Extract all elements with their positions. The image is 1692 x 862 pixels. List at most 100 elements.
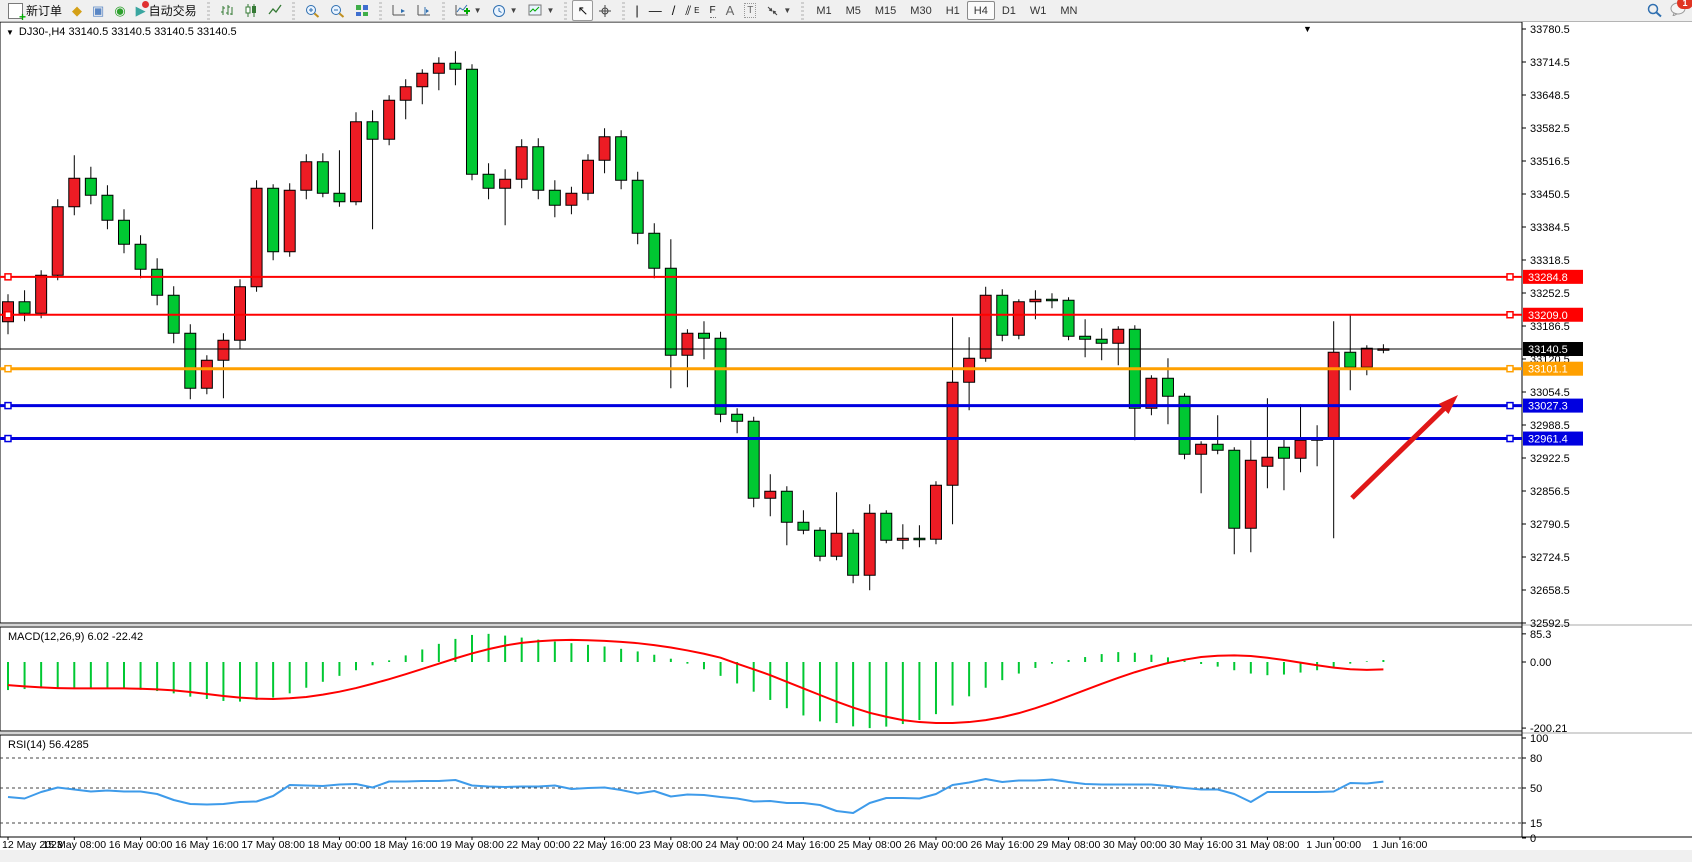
candle-body [1046,299,1057,301]
time-tick-label: 1 Jun 16:00 [1373,839,1428,851]
candle-chart-mode-button[interactable] [239,0,263,21]
candle-body [748,421,759,498]
notifications-button[interactable]: 1 [1670,2,1686,19]
indicators-icon [455,4,470,17]
candle-body [566,193,577,205]
fibonacci-tool[interactable]: F [705,0,721,21]
zoom-out-icon [330,4,345,18]
rsi-label: RSI(14) 56.4285 [8,739,89,751]
hline-handle[interactable] [1507,274,1513,280]
candlestick-icon [244,4,258,17]
hline-handle[interactable] [1507,403,1513,409]
expert-advisors-button[interactable]: ◉ [109,0,130,21]
candle-body [36,275,47,313]
price-tick-label: 33714.5 [1530,57,1570,69]
candle-body [947,382,958,485]
auto-trading-icon: ▶ [136,4,146,18]
candle-body [649,233,660,268]
search-icon[interactable] [1647,3,1662,18]
charts-gold-icon: ◆ [72,4,82,17]
channel-icon: ⫽ [685,4,691,17]
chart-menu-icon[interactable]: ▼ [1303,24,1312,34]
timeframe-d1[interactable]: D1 [995,1,1023,20]
periods-button[interactable]: ▼ [487,0,523,21]
cursor-tool-button[interactable]: ↖ [572,0,593,21]
auto-trading-button[interactable]: ▶ 自动交易 [131,0,202,21]
timeframe-h1[interactable]: H1 [939,1,967,20]
line-chart-mode-button[interactable] [263,0,287,21]
price-tick-label: 33780.5 [1530,24,1570,36]
new-order-label: 新订单 [26,2,62,19]
templates-button[interactable]: ▼ [523,0,560,21]
dropdown-caret-icon: ▼ [783,6,791,15]
bar-chart-mode-button[interactable] [215,0,239,21]
candle-body [897,538,908,540]
macd-tick-label: 0.00 [1530,657,1551,669]
timeframe-h4[interactable]: H4 [967,1,995,20]
crosshair-tool-button[interactable] [593,0,617,21]
candle-body [350,122,361,202]
toolbar-separator [207,2,210,20]
timeframe-w1[interactable]: W1 [1023,1,1054,20]
zoom-out-button[interactable] [325,0,350,21]
text-icon: A [726,4,735,17]
shapes-tool[interactable]: ▼ [761,0,796,21]
time-tick-label: 16 May 00:00 [109,839,173,851]
candle-body [665,268,676,355]
hline-handle[interactable] [1507,312,1513,318]
time-tick-label: 31 May 08:00 [1236,839,1300,851]
chart-window[interactable]: 33780.533714.533648.533582.533516.533450… [0,22,1692,862]
toolbar-separator [564,2,567,20]
hline-handle[interactable] [5,366,11,372]
hline-handle[interactable] [5,403,11,409]
hline-handle[interactable] [1507,436,1513,442]
chart-canvas[interactable]: 33780.533714.533648.533582.533516.533450… [0,22,1692,862]
hline-handle[interactable] [5,274,11,280]
indicators-button[interactable]: ▼ [450,0,487,21]
time-tick-label: 19 May 08:00 [440,839,504,851]
candle-body [682,333,693,355]
vertical-line-tool[interactable]: | [630,0,643,21]
channel-tool[interactable]: ⫽E [680,0,704,21]
timeframe-m30[interactable]: M30 [903,1,938,20]
candle-body [881,513,892,540]
timeframe-m1[interactable]: M1 [809,1,838,20]
chart-shift-button[interactable] [412,0,437,21]
candle-body [1278,447,1289,458]
time-tick-label: 22 May 16:00 [573,839,637,851]
price-tick-label: 32724.5 [1530,552,1570,564]
candle-body [798,522,809,530]
dropdown-caret-icon: ▼ [474,6,482,15]
new-order-button[interactable]: + 新订单 [3,0,67,21]
horizontal-line-tool[interactable]: — [644,0,667,21]
candle-body [317,162,328,194]
hline-handle[interactable] [1507,366,1513,372]
time-tick-label: 30 May 00:00 [1103,839,1167,851]
trendline-tool[interactable]: / [667,0,681,21]
hline-handle[interactable] [5,312,11,318]
label-tool[interactable]: T [739,0,761,21]
main-toolbar: + 新订单 ◆ ▣ ◉ ▶ 自动交易 [0,0,1692,22]
symbol-dropdown-icon[interactable]: ▼ [6,28,14,37]
price-tick-label: 33318.5 [1530,255,1570,267]
timeframe-mn[interactable]: MN [1053,1,1084,20]
profiles-button[interactable]: ▣ [87,0,109,21]
auto-scroll-button[interactable] [387,0,412,21]
text-tool[interactable]: A [721,0,740,21]
timeframe-m15[interactable]: M15 [868,1,903,20]
candle-body [698,333,709,338]
timeframe-m5[interactable]: M5 [839,1,868,20]
hline-handle[interactable] [5,436,11,442]
time-tick-label: 26 May 16:00 [970,839,1034,851]
charts-button[interactable]: ◆ [67,0,87,21]
tile-windows-button[interactable] [350,0,374,21]
rsi-tick-label: 15 [1530,818,1542,830]
candle-body [632,180,643,233]
price-flag-label: 33209.0 [1528,310,1568,322]
candle-body [185,333,196,388]
candle-body [831,533,842,556]
cursor-icon: ↖ [577,4,588,17]
zoom-in-icon [305,4,320,18]
zoom-in-button[interactable] [300,0,325,21]
time-tick-label: 22 May 00:00 [506,839,570,851]
